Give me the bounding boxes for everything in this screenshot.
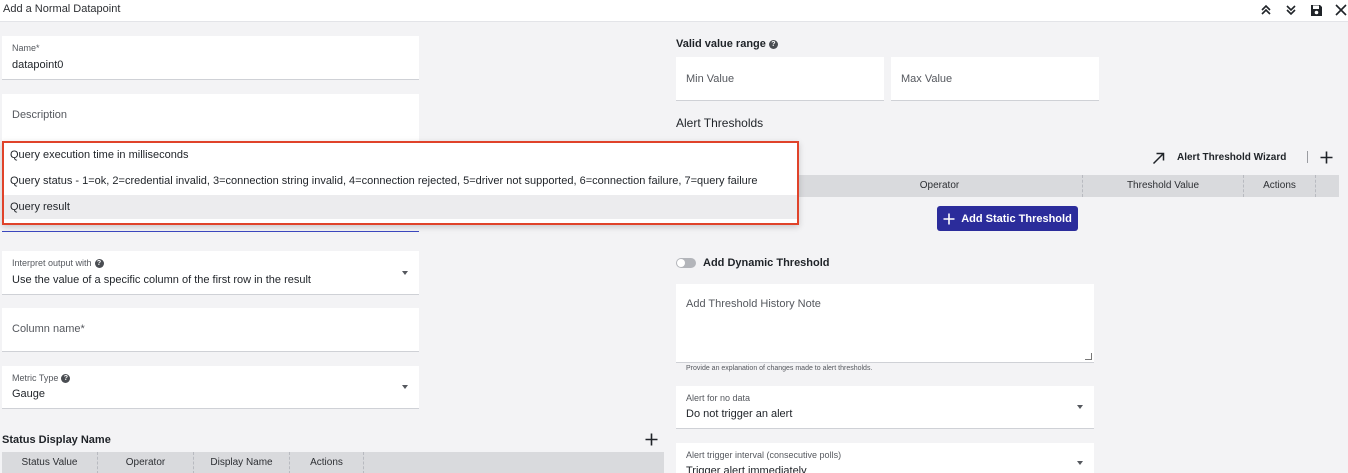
alert-trigger-interval-select[interactable]: Alert trigger interval (consecutive poll…	[676, 443, 1094, 473]
name-value: datapoint0	[12, 59, 64, 71]
column-header: Threshold Value	[1083, 175, 1244, 197]
description-option[interactable]: Query result	[4, 195, 797, 219]
divider	[1307, 151, 1308, 163]
close-icon[interactable]	[1332, 1, 1348, 19]
add-threshold-icon[interactable]	[1319, 150, 1333, 164]
max-value-input[interactable]: Max Value	[891, 57, 1099, 101]
column-header: Actions	[1244, 175, 1316, 197]
alert-no-data-label: Alert for no data	[686, 393, 751, 403]
interpret-output-value: Use the value of a specific column of th…	[12, 274, 311, 286]
help-icon[interactable]: ?	[768, 40, 778, 49]
status-display-title: Status Display Name	[2, 434, 111, 446]
alert-no-data-value: Do not trigger an alert	[686, 408, 793, 420]
status-display-table-header: Status Value Operator Display Name Actio…	[2, 452, 664, 473]
metric-type-value: Gauge	[12, 388, 46, 400]
add-static-threshold-label: Add Static Threshold	[961, 212, 1072, 225]
chevron-down-icon	[1077, 405, 1083, 409]
valid-range-title: Valid value range	[676, 38, 766, 50]
column-name-field[interactable]: Column name*	[2, 308, 419, 352]
chevron-down-icon	[402, 271, 408, 275]
alert-trigger-value: Trigger alert immediately	[686, 465, 807, 473]
add-static-threshold-button[interactable]: Add Static Threshold	[937, 206, 1078, 231]
name-field[interactable]: Name* datapoint0	[2, 36, 419, 80]
help-icon[interactable]: ?	[94, 259, 104, 268]
alert-thresholds-title: Alert Thresholds	[676, 116, 764, 130]
chevron-down-icon	[402, 385, 408, 389]
metric-type-label: Metric Type	[12, 373, 59, 383]
column-name-placeholder: Column name*	[12, 323, 85, 335]
interpret-output-label: Interpret output with	[12, 258, 92, 268]
alert-no-data-select[interactable]: Alert for no data Do not trigger an aler…	[676, 386, 1094, 429]
max-value-placeholder: Max Value	[901, 73, 953, 85]
save-icon[interactable]	[1307, 1, 1325, 19]
arrow-up-right-icon[interactable]	[1150, 151, 1166, 165]
column-header: Operator	[98, 452, 194, 473]
add-status-display-icon[interactable]	[644, 432, 658, 446]
description-option[interactable]: Query execution time in milliseconds	[4, 143, 797, 167]
description-options-dropdown: Query execution time in milliseconds Que…	[2, 141, 799, 225]
description-field[interactable]: Description	[2, 94, 419, 142]
help-icon[interactable]: ?	[61, 374, 71, 383]
description-underline	[2, 231, 419, 232]
dynamic-threshold-toggle[interactable]	[676, 258, 696, 268]
dynamic-threshold-label: Add Dynamic Threshold	[703, 257, 830, 269]
column-header: Display Name	[194, 452, 290, 473]
metric-type-select[interactable]: Metric Type? Gauge	[2, 366, 419, 409]
history-note-hint: Provide an explanation of changes made t…	[686, 365, 873, 372]
alert-threshold-table-header: Operator Threshold Value Actions	[797, 175, 1339, 197]
title-bar: Add a Normal Datapoint	[0, 0, 1348, 22]
column-header: Operator	[797, 175, 1083, 197]
threshold-history-note-input[interactable]: Add Threshold History Note	[676, 284, 1094, 363]
dialog-title: Add a Normal Datapoint	[3, 3, 121, 15]
collapse-all-icon[interactable]	[1282, 1, 1300, 19]
resize-handle[interactable]	[1085, 353, 1092, 360]
description-option[interactable]: Query status - 1=ok, 2=credential invali…	[4, 169, 797, 193]
min-value-placeholder: Min Value	[686, 73, 735, 85]
column-header: Actions	[290, 452, 364, 473]
description-placeholder: Description	[12, 109, 68, 121]
chevron-down-icon	[1077, 461, 1083, 465]
alert-trigger-label: Alert trigger interval (consecutive poll…	[686, 450, 842, 460]
plus-icon	[943, 213, 955, 224]
history-note-placeholder: Add Threshold History Note	[686, 298, 821, 310]
interpret-output-select[interactable]: Interpret output with? Use the value of …	[2, 251, 419, 295]
min-value-input[interactable]: Min Value	[676, 57, 884, 101]
expand-all-icon[interactable]	[1257, 1, 1275, 19]
column-header: Status Value	[2, 452, 98, 473]
name-label: Name*	[12, 43, 40, 53]
alert-threshold-wizard-link[interactable]: Alert Threshold Wizard	[1177, 152, 1286, 163]
